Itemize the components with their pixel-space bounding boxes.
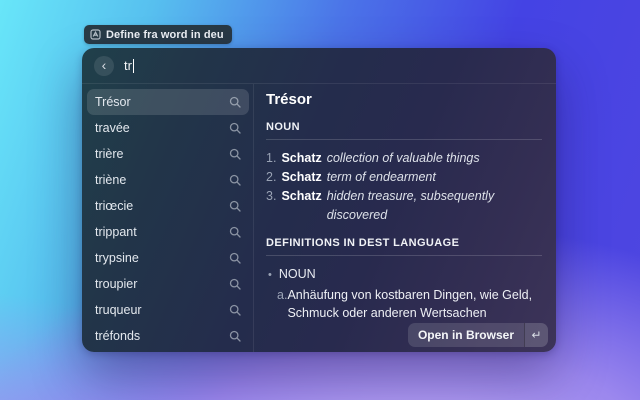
list-item[interactable]: Trésor (87, 89, 249, 115)
list-item-label: triœcie (95, 199, 134, 213)
word-list: Trésor travée trière triène triœcie trip… (82, 84, 254, 352)
search-icon (229, 200, 241, 212)
dest-sense-marker: a. (277, 288, 288, 302)
search-input[interactable]: tr (124, 58, 135, 73)
list-item[interactable]: trypsine (87, 245, 249, 271)
sense-item: 1. Schatz collection of valuable things (266, 149, 542, 168)
search-icon (229, 122, 241, 134)
window-content: Trésor travée trière triène triœcie trip… (82, 84, 556, 352)
sense-number: 2. (266, 170, 277, 184)
list-item[interactable]: tréfonds (87, 323, 249, 349)
list-item[interactable]: truqueur (87, 297, 249, 323)
list-item-label: trière (95, 147, 124, 161)
search-icon (229, 96, 241, 108)
sense-translation: Schatz (281, 189, 322, 203)
command-tag[interactable]: Define fra word in deu (84, 25, 232, 44)
divider (266, 255, 542, 256)
search-icon (229, 304, 241, 316)
dest-sense-text: Anhäufung von kostbaren Dingen, wie Geld… (287, 288, 533, 320)
list-item[interactable]: troupier (87, 271, 249, 297)
open-in-browser-button[interactable]: Open in Browser ↵ (407, 323, 548, 347)
bullet-icon: • (268, 269, 272, 281)
dest-pos-row: • NOUN (266, 265, 542, 284)
back-chevron-icon: ‹ (101, 56, 107, 73)
word-title: Trésor (266, 91, 312, 108)
search-icon (229, 174, 241, 186)
list-item[interactable]: triœcie (87, 193, 249, 219)
sense-number: 3. (266, 189, 277, 203)
list-item-label: troupier (95, 277, 138, 291)
search-bar: ‹ tr (82, 48, 556, 84)
list-item-label: truqueur (95, 303, 142, 317)
open-in-browser-label: Open in Browser (417, 328, 514, 342)
dest-sense-item: a. Anhäufung von kostbaren Dingen, wie G… (266, 286, 542, 322)
dictionary-window: ‹ tr Trésor travée trière triène triœcie… (82, 48, 556, 352)
dest-language-section: DEFINITIONS IN DEST LANGUAGE • NOUN a. A… (266, 237, 542, 322)
sense-translation: Schatz (281, 151, 322, 165)
list-item[interactable]: trière (87, 141, 249, 167)
search-icon (229, 252, 241, 264)
sense-gloss: collection of valuable things (326, 151, 480, 165)
list-item-label: trippant (95, 225, 137, 239)
search-icon (229, 148, 241, 160)
list-item[interactable]: triène (87, 167, 249, 193)
sense-item: 3. Schatz hidden treasure, subsequently … (266, 187, 542, 225)
command-tag-label: Define fra word in deu (106, 28, 224, 41)
sense-gloss: term of endearment (326, 170, 436, 184)
definition-panel: Trésor NOUN 1. Schatz collection of valu… (254, 84, 556, 352)
back-button[interactable]: ‹ (94, 55, 114, 76)
dest-pos-label: NOUN (278, 267, 316, 281)
list-item[interactable]: trippant (87, 219, 249, 245)
return-key-icon: ↵ (524, 323, 548, 347)
define-command-icon (90, 29, 101, 40)
search-query-text: tr (124, 58, 132, 73)
list-item-label: tréfonds (95, 329, 141, 343)
search-icon (229, 330, 241, 342)
sense-item: 2. Schatz term of endearment (266, 168, 542, 187)
sense-number: 1. (266, 151, 277, 165)
dest-language-header: DEFINITIONS IN DEST LANGUAGE (266, 237, 460, 249)
divider (266, 139, 542, 140)
list-item-label: Trésor (95, 95, 131, 109)
sense-translation: Schatz (281, 170, 322, 184)
pos-header: NOUN (266, 121, 300, 133)
list-item-label: travée (95, 121, 130, 135)
search-icon (229, 278, 241, 290)
sense-gloss: hidden treasure, subsequently discovered (326, 189, 495, 222)
list-item-label: trypsine (95, 251, 139, 265)
text-caret (132, 58, 135, 73)
list-item-label: triène (95, 173, 127, 187)
list-item[interactable]: travée (87, 115, 249, 141)
search-icon (229, 226, 241, 238)
